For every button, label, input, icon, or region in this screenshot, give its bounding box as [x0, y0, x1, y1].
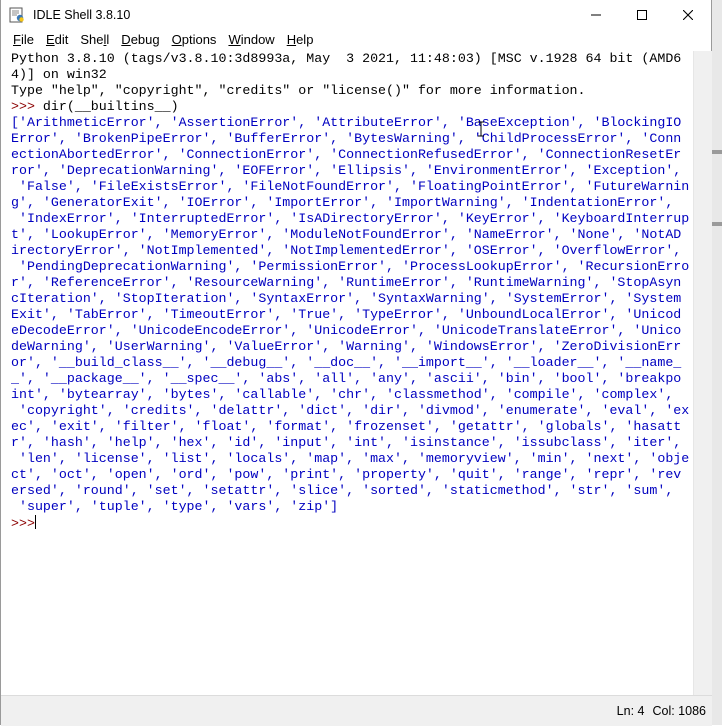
menu-debug-label: ebug: [130, 32, 160, 47]
maximize-button[interactable]: [619, 0, 665, 30]
column-number: Col: 1086: [652, 704, 706, 718]
menu-file[interactable]: File: [7, 30, 40, 50]
output-line: ectionAbortedError', 'ConnectionError', …: [11, 147, 682, 162]
idle-app-icon: [9, 7, 25, 23]
menu-window-mnemonic: W: [228, 32, 241, 47]
shell-prompt: >>>: [11, 99, 43, 114]
shell-text-area[interactable]: Python 3.8.10 (tags/v3.8.10:3d8993a, May…: [11, 51, 693, 695]
output-line: _', '__package__', '__spec__', 'abs', 'a…: [11, 371, 682, 386]
background-window-mark: [712, 150, 722, 154]
title-bar[interactable]: IDLE Shell 3.8.10: [1, 0, 711, 30]
window-controls: [573, 0, 711, 30]
output-line: ersed', 'round', 'set', 'setattr', 'slic…: [11, 483, 674, 498]
line-number: Ln: 4: [616, 704, 645, 718]
vertical-scrollbar[interactable]: [693, 51, 713, 695]
background-window-edge: [712, 0, 722, 725]
banner-line: Type "help", "copyright", "credits" or "…: [11, 83, 586, 98]
menu-shell-label-start: She: [80, 32, 104, 47]
output-line: ct', 'oct', 'open', 'ord', 'pow', 'print…: [11, 467, 682, 482]
output-line: irectoryError', 'NotImplemented', 'NotIm…: [11, 243, 682, 258]
ibeam-cursor-icon: [477, 121, 485, 137]
menu-options-mnemonic: O: [171, 32, 182, 47]
minimize-button[interactable]: [573, 0, 619, 30]
command-text: dir(__builtins__): [42, 99, 179, 114]
menu-file-label: ile: [20, 32, 34, 47]
output-line: r', 'hash', 'help', 'hex', 'id', 'input'…: [11, 435, 682, 450]
menu-edit-mnemonic: E: [45, 32, 55, 47]
command-line: >>> dir(__builtins__): [11, 99, 693, 115]
output-line: or', '__build_class__', '__debug__', '__…: [11, 355, 682, 370]
menu-shell[interactable]: Shell: [74, 30, 115, 50]
menu-debug[interactable]: Debug: [115, 30, 165, 50]
shell-prompt: >>>: [11, 516, 35, 531]
output-line: 'len', 'license', 'list', 'locals', 'map…: [11, 451, 690, 466]
menu-shell-label-end: l: [106, 32, 110, 47]
menu-file-mnemonic: F: [13, 32, 21, 47]
background-window-mark: [712, 222, 722, 226]
output-line: 'PendingDeprecationWarning', 'Permission…: [11, 259, 690, 274]
text-caret: [34, 515, 36, 529]
output-line: eDecodeError', 'UnicodeEncodeError', 'Un…: [11, 323, 682, 338]
menu-help-mnemonic: H: [286, 32, 297, 47]
menu-help-label: elp: [296, 32, 314, 47]
menu-options-label: ptions: [181, 32, 217, 47]
output-line: Error', 'BrokenPipeError', 'BufferError'…: [11, 131, 682, 146]
window-title: IDLE Shell 3.8.10: [33, 8, 131, 22]
output-line: 'super', 'tuple', 'type', 'vars', 'zip']: [11, 499, 339, 514]
menu-window[interactable]: Window: [222, 30, 280, 50]
idle-shell-window: IDLE Shell 3.8.10 File Edit Shell Debug …: [0, 0, 713, 726]
menu-bar: File Edit Shell Debug Options Window Hel…: [1, 30, 711, 50]
status-bar: Ln: 4 Col: 1086: [1, 695, 712, 726]
menu-edit[interactable]: Edit: [40, 30, 74, 50]
close-button[interactable]: [665, 0, 711, 30]
menu-debug-mnemonic: D: [121, 32, 131, 47]
banner-line: Python 3.8.10 (tags/v3.8.10:3d8993a, May…: [11, 51, 682, 66]
output-line: cIteration', 'StopIteration', 'SyntaxErr…: [11, 291, 682, 306]
output-line: 'IndexError', 'InterruptedError', 'IsADi…: [11, 211, 690, 226]
menu-window-label: indow: [240, 32, 275, 47]
menu-help[interactable]: Help: [281, 30, 320, 50]
banner-line: 4)] on win32: [11, 67, 107, 82]
output-line: ror', 'DeprecationWarning', 'EOFError', …: [11, 163, 682, 178]
menu-edit-label: dit: [54, 32, 69, 47]
output-line: 'copyright', 'credits', 'delattr', 'dict…: [11, 403, 690, 418]
output-line: ['ArithmeticError', 'AssertionError', 'A…: [11, 115, 682, 130]
output-line: ec', 'exit', 'filter', 'float', 'format'…: [11, 419, 682, 434]
output-line: t', 'LookupError', 'MemoryError', 'Modul…: [11, 227, 682, 242]
output-line: 'False', 'FileExistsError', 'FileNotFoun…: [11, 179, 690, 194]
output-line: g', 'GeneratorExit', 'IOError', 'ImportE…: [11, 195, 674, 210]
output-line: deWarning', 'UserWarning', 'ValueError',…: [11, 339, 682, 354]
output-line: Exit', 'TabError', 'TimeoutError', 'True…: [11, 307, 682, 322]
cursor-position: Ln: 4 Col: 1086: [617, 704, 706, 718]
menu-options[interactable]: Options: [166, 30, 223, 50]
output-line: int', 'bytearray', 'bytes', 'callable', …: [11, 387, 674, 402]
output-line: r', 'ReferenceError', 'ResourceWarning',…: [11, 275, 682, 290]
active-prompt-line[interactable]: >>>: [11, 515, 693, 531]
